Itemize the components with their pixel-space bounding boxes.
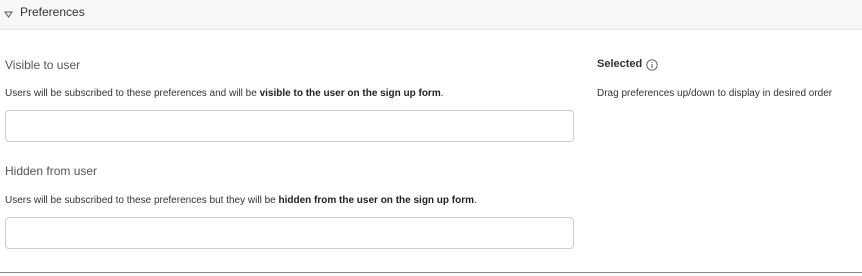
visible-to-user-label: Visible to user	[5, 58, 81, 72]
selected-title-text: Selected	[597, 58, 643, 70]
section-title: Preferences	[20, 5, 85, 19]
visible-to-user-description: Users will be subscribed to these prefer…	[5, 88, 444, 100]
visible-desc-prefix: Users will be subscribed to these prefer…	[5, 88, 260, 99]
hidden-desc-prefix: Users will be subscribed to these prefer…	[5, 195, 279, 206]
hidden-desc-suffix: .	[474, 195, 477, 206]
selected-hint: Drag preferences up/down to display in d…	[597, 88, 833, 99]
selected-heading: Selected	[597, 58, 658, 71]
hidden-preferences-field[interactable]	[5, 217, 574, 249]
section-divider	[0, 272, 862, 273]
visible-desc-bold: visible to the user on the sign up form	[259, 88, 441, 99]
hidden-from-user-description: Users will be subscribed to these prefer…	[5, 195, 477, 207]
preferences-section-header[interactable]: Preferences	[0, 0, 862, 30]
hidden-from-user-label: Hidden from user	[5, 164, 98, 178]
visible-preferences-field[interactable]	[5, 110, 574, 142]
visible-desc-suffix: .	[440, 88, 444, 99]
info-circle-icon[interactable]	[646, 58, 658, 71]
chevron-down-icon[interactable]	[4, 10, 13, 19]
hidden-desc-bold: hidden from the user on the sign up form	[278, 195, 475, 206]
